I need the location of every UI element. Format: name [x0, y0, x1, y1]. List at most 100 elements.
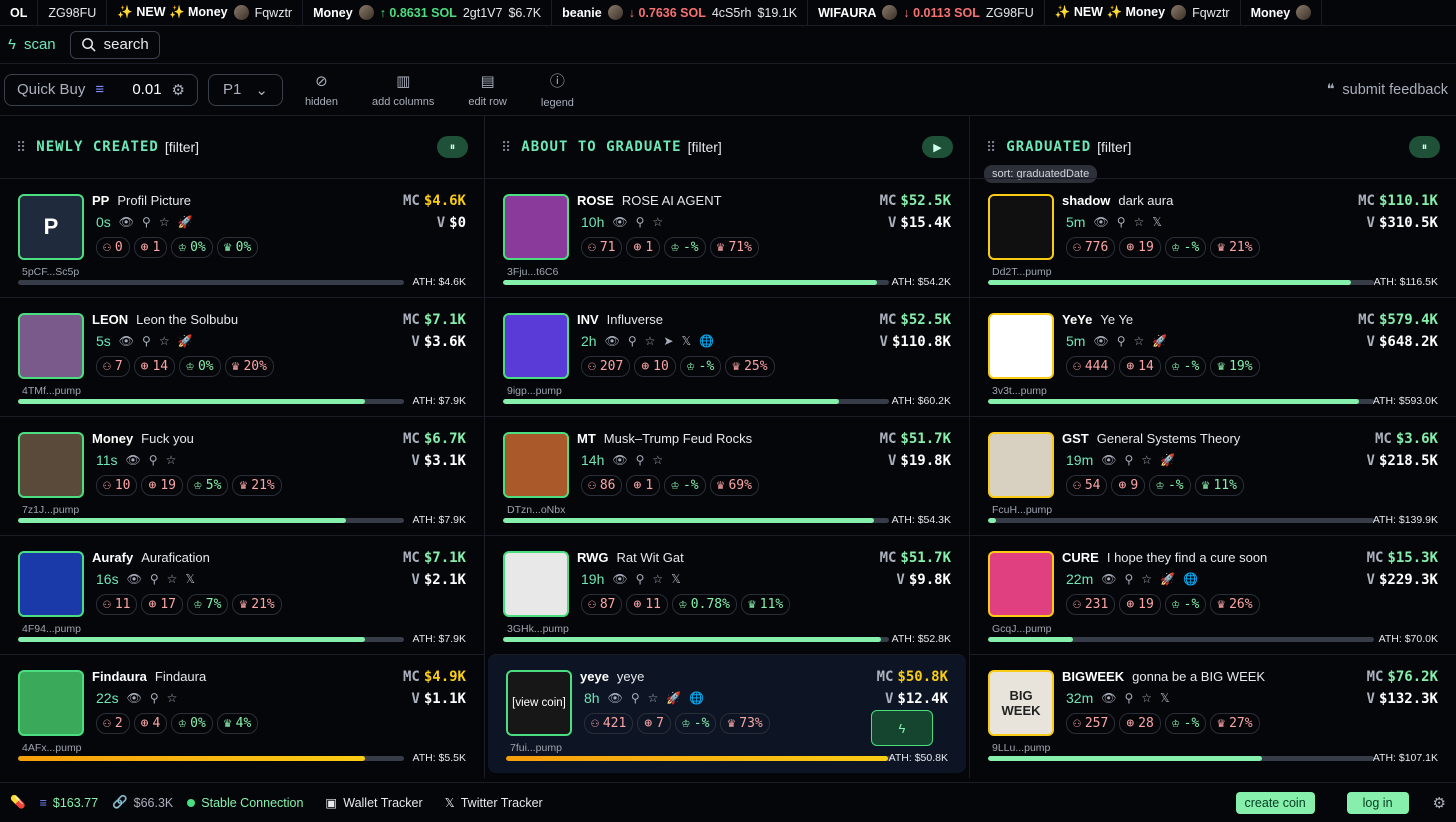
hidden-button[interactable]: ⊘ hidden: [293, 72, 350, 108]
token-thumbnail[interactable]: BIG WEEK: [988, 670, 1054, 736]
ticker-item[interactable]: ZG98FU: [38, 0, 108, 25]
token-address[interactable]: FcuH...pump: [992, 504, 1052, 516]
token-address[interactable]: 3Fju...t6C6: [507, 266, 558, 278]
token-address[interactable]: 3v3t...pump: [992, 385, 1047, 397]
row-icon[interactable]: ⚲: [636, 572, 645, 586]
token-thumbnail[interactable]: [18, 551, 84, 617]
token-row[interactable]: BIG WEEK 9LLu...pump BIGWEEK gonna be a B…: [970, 654, 1456, 773]
token-row[interactable]: 7z1J...pump Money Fuck you 11s 👁 ⚲ ☆ ⚇ 10 ⊕ 19…: [0, 416, 484, 535]
row-icon[interactable]: 👁: [119, 215, 134, 229]
ticker-item[interactable]: Money ↑ 0.8631 SOL 2gt1V7 $6.7K: [303, 0, 553, 25]
row-icon[interactable]: 👁: [1101, 572, 1116, 586]
row-icon[interactable]: 𝕏: [185, 572, 195, 586]
token-row[interactable]: GcqJ...pump CURE I hope they find a cure …: [970, 535, 1456, 654]
row-icon[interactable]: 👁: [1101, 453, 1116, 467]
token-thumbnail[interactable]: P: [18, 194, 84, 260]
token-thumbnail[interactable]: [503, 432, 569, 498]
token-address[interactable]: 7fui...pump: [510, 742, 562, 754]
token-address[interactable]: 4AFx...pump: [22, 742, 82, 754]
row-icon[interactable]: 𝕏: [681, 334, 691, 348]
row-icon[interactable]: 🌐: [1183, 572, 1198, 586]
ticker-item[interactable]: beanie ↓ 0.7636 SOL 4cS5rh $19.1K: [552, 0, 809, 25]
row-icon[interactable]: 𝕏: [1152, 215, 1162, 229]
ticker-item[interactable]: OL: [0, 0, 39, 25]
row-icon[interactable]: ⚲: [150, 572, 159, 586]
quick-buy-button[interactable]: ϟ: [871, 710, 933, 746]
token-address[interactable]: 9igp...pump: [507, 385, 562, 397]
search-button[interactable]: search: [69, 30, 160, 59]
token-thumbnail[interactable]: [503, 313, 569, 379]
token-row[interactable]: 4F94...pump Aurafy Aurafication 16s 👁 ⚲ ☆ 𝕏 ⚇…: [0, 535, 484, 654]
row-icon[interactable]: ⚲: [1124, 691, 1133, 705]
row-icon[interactable]: 🌐: [699, 334, 714, 348]
row-icon[interactable]: ☆: [652, 572, 663, 586]
play-icon[interactable]: ▶: [922, 136, 953, 158]
login-button[interactable]: log in: [1346, 791, 1409, 814]
row-icon[interactable]: ☆: [1141, 691, 1152, 705]
drag-handle-icon[interactable]: ⠿: [16, 139, 26, 156]
token-address[interactable]: DTzn...oNbx: [507, 504, 565, 516]
row-icon[interactable]: 🚀: [1160, 572, 1175, 586]
row-icon[interactable]: ⚲: [142, 334, 151, 348]
token-row[interactable]: 4TMf...pump LEON Leon the Solbubu 5s 👁 ⚲ ☆ 🚀 …: [0, 297, 484, 416]
row-icon[interactable]: ☆: [167, 572, 178, 586]
quick-buy-input[interactable]: Quick Buy ≡ 0.01 ⚙: [4, 73, 198, 106]
row-icon[interactable]: ☆: [648, 691, 659, 705]
drag-handle-icon[interactable]: ⠿: [986, 139, 996, 156]
submit-feedback-button[interactable]: ❝ submit feedback: [1327, 82, 1452, 98]
row-icon[interactable]: 👁: [119, 334, 134, 348]
row-icon[interactable]: 🚀: [666, 691, 681, 705]
ticker-item[interactable]: WIFAURA ↓ 0.0113 SOL ZG98FU: [808, 0, 1045, 25]
pill-icon[interactable]: 💊: [10, 795, 26, 810]
preset-select[interactable]: P1 ⌄: [208, 73, 283, 106]
token-row[interactable]: 4AFx...pump Findaura Findaura 22s 👁 ⚲ ☆ ⚇ 2 ⊕…: [0, 654, 484, 773]
row-icon[interactable]: 👁: [1093, 215, 1108, 229]
row-icon[interactable]: ☆: [652, 453, 663, 467]
scan-link[interactable]: ϟ scan: [8, 36, 56, 53]
row-icon[interactable]: ☆: [159, 334, 170, 348]
row-icon[interactable]: ⚲: [150, 691, 159, 705]
row-icon[interactable]: ☆: [1133, 215, 1144, 229]
row-icon[interactable]: ☆: [166, 453, 177, 467]
token-address[interactable]: 4TMf...pump: [22, 385, 81, 397]
row-icon[interactable]: 🚀: [1152, 334, 1167, 348]
ticker-item[interactable]: ✨ NEW ✨ Money Fqwztr: [1045, 0, 1241, 25]
token-thumbnail[interactable]: [view coin]: [506, 670, 572, 736]
gear-icon[interactable]: ⚙: [172, 81, 185, 99]
row-icon[interactable]: ☆: [167, 691, 178, 705]
token-thumbnail[interactable]: [18, 432, 84, 498]
token-row[interactable]: FcuH...pump GST General Systems Theory 19…: [970, 416, 1456, 535]
token-address[interactable]: 9LLu...pump: [992, 742, 1050, 754]
filter-link[interactable]: [filter]: [1097, 139, 1131, 155]
token-thumbnail[interactable]: [988, 313, 1054, 379]
row-icon[interactable]: 👁: [608, 691, 623, 705]
token-thumbnail[interactable]: [988, 194, 1054, 260]
row-icon[interactable]: 🚀: [1160, 453, 1175, 467]
row-icon[interactable]: ⚲: [1124, 572, 1133, 586]
token-thumbnail[interactable]: [503, 194, 569, 260]
drag-handle-icon[interactable]: ⠿: [501, 139, 511, 156]
view-coin-link[interactable]: [view coin]: [508, 672, 570, 734]
twitter-tracker-button[interactable]: 𝕏 Twitter Tracker: [445, 795, 543, 811]
row-icon[interactable]: 🚀: [178, 334, 193, 348]
row-icon[interactable]: 👁: [605, 334, 620, 348]
token-row[interactable]: Dd2T...pump shadow dark aura 5m 👁 ⚲ ☆ 𝕏 ⚇ 776 …: [970, 178, 1456, 297]
token-row[interactable]: 9igp...pump INV Influverse 2h 👁 ⚲ ☆ ➤ 𝕏 🌐 ⚇ 207 …: [485, 297, 969, 416]
wallet-tracker-button[interactable]: ▣ Wallet Tracker: [325, 795, 422, 811]
token-address[interactable]: 7z1J...pump: [22, 504, 79, 516]
create-coin-button[interactable]: create coin: [1235, 791, 1315, 814]
row-icon[interactable]: 👁: [1101, 691, 1116, 705]
row-icon[interactable]: 👁: [127, 691, 142, 705]
row-icon[interactable]: 👁: [1093, 334, 1108, 348]
row-icon[interactable]: ⚲: [1117, 215, 1126, 229]
pause-icon[interactable]: ⏸: [437, 136, 468, 158]
filter-link[interactable]: [filter]: [165, 139, 199, 155]
token-thumbnail[interactable]: [18, 313, 84, 379]
edit-row-button[interactable]: ▤ edit row: [456, 72, 519, 108]
row-icon[interactable]: ➤: [663, 334, 673, 348]
token-row[interactable]: [view coin] 7fui...pump yeye yeye 8h 👁 ⚲ ☆ 🚀 🌐…: [488, 654, 966, 773]
token-row[interactable]: 3v3t...pump YeYe Ye Ye 5m 👁 ⚲ ☆ 🚀 ⚇ 444 ⊕ 14 ♔ -…: [970, 297, 1456, 416]
row-icon[interactable]: ⚲: [631, 691, 640, 705]
row-icon[interactable]: 👁: [127, 572, 142, 586]
row-icon[interactable]: ☆: [652, 215, 663, 229]
